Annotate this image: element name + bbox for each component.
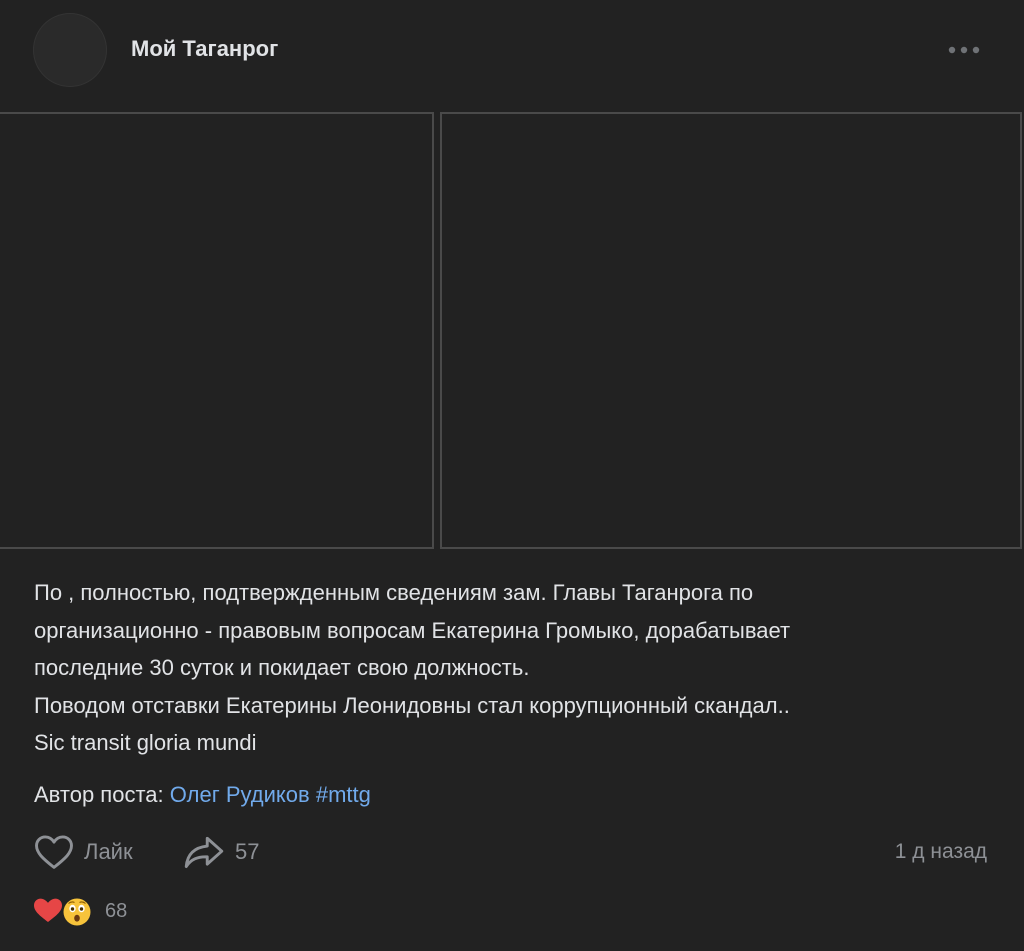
post-text-line: последние 30 суток и покидает свою должн…	[34, 655, 530, 680]
heart-outline-icon	[35, 835, 73, 869]
like-button[interactable]: Лайк	[34, 832, 133, 872]
post-author: Автор поста: Олег Рудиков #mttg	[34, 779, 371, 811]
post-text: По , полностью, подтвержденным сведениям…	[34, 574, 994, 762]
author-link[interactable]: Олег Рудиков	[170, 782, 310, 807]
astonished-face-icon	[62, 897, 92, 927]
more-options-button[interactable]	[942, 36, 986, 64]
share-arrow-icon	[184, 836, 224, 868]
group-name[interactable]: Мой Таганрог	[131, 36, 278, 62]
like-label: Лайк	[84, 839, 133, 864]
reactions-count: 68	[105, 899, 128, 922]
post-text-line: Поводом отставки Екатерины Леонидовны ст…	[34, 692, 790, 718]
post-text-line: По , полностью, подтвержденным сведениям…	[34, 580, 754, 605]
reactions-summary[interactable]: 68	[33, 893, 127, 929]
share-button[interactable]: 57	[183, 832, 259, 872]
heart-icon	[34, 898, 62, 922]
post-actions: Лайк 57 1 д назад	[0, 826, 1024, 878]
post-header: Мой Таганрог	[0, 0, 1024, 108]
post-photo-2[interactable]	[440, 112, 1022, 549]
post-text-line: Sic transit gloria mundi	[34, 730, 257, 755]
group-avatar[interactable]	[33, 13, 107, 87]
post-text-line: организационно - правовым вопросам Екате…	[34, 617, 791, 643]
author-label: Автор поста:	[34, 782, 164, 807]
more-horizontal-icon	[948, 46, 980, 54]
hashtag-link[interactable]: #mttg	[316, 782, 371, 807]
post-time[interactable]: 1 д назад	[895, 840, 987, 864]
post-photo-1[interactable]	[0, 112, 434, 549]
share-count: 57	[235, 839, 260, 864]
reactions-icons	[34, 897, 92, 927]
